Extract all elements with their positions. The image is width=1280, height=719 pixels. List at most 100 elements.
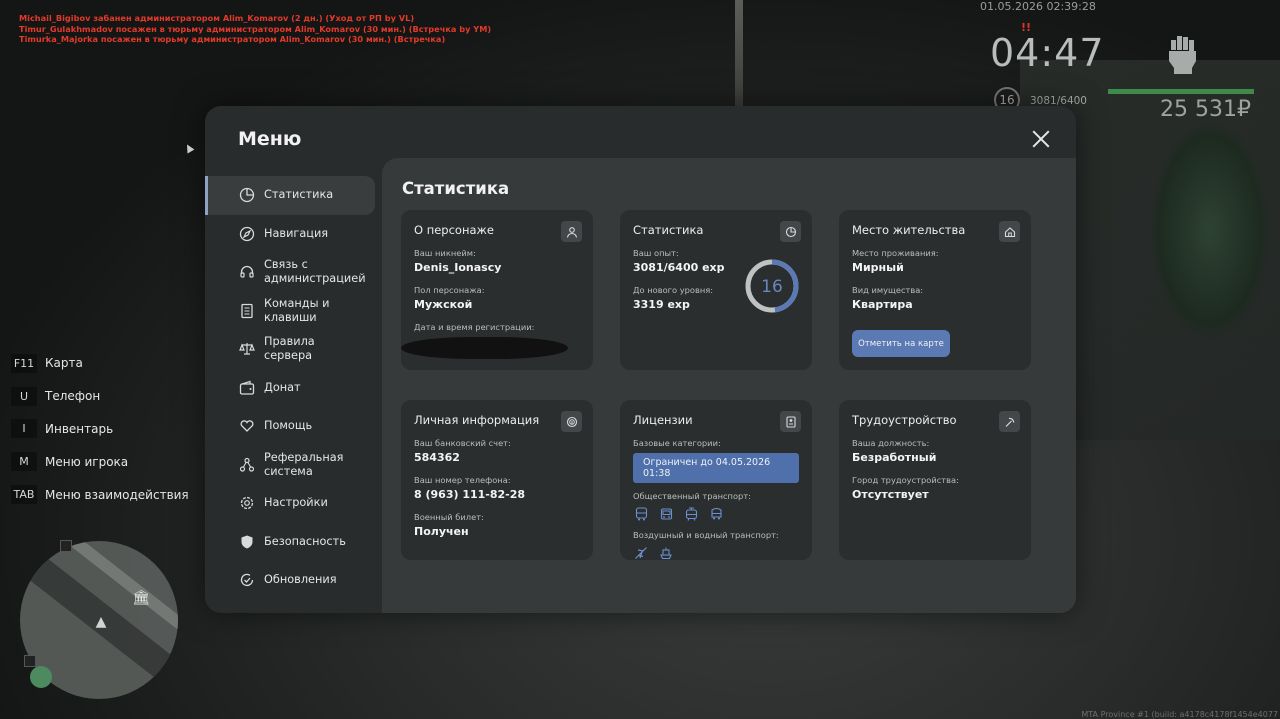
level-progress-ring: 16 [745,259,799,313]
card-title: Трудоустройство [852,413,957,427]
licenses-card: Лицензии Базовые категории: Ограничен до… [620,400,812,560]
keybind-list: F11 Карта U Телефон I Инвентарь M Меню игрок… [11,347,189,511]
sidebar-item-donate[interactable]: Донат [205,369,380,408]
sidebar-item-label: Обновления [264,573,337,587]
public-transport-label: Общественный транспорт: [633,491,751,501]
sidebar-item-label: Помощь [264,419,313,433]
close-icon[interactable] [1030,128,1052,150]
minimap-marker [60,540,72,552]
heart-hands-icon [238,417,256,435]
phone-label: Ваш номер телефона: [414,475,511,485]
player-location-icon [30,666,52,688]
hud-health-bar [1108,89,1254,94]
menu-content: Статистика О персонаже Ваш никнейм: Deni… [382,158,1076,613]
keybind-label: Меню игрока [45,454,129,469]
residence-card: Место жительства Место проживания: Мирны… [839,210,1031,370]
trolleybus-icon [658,506,674,522]
sidebar-item-commands[interactable]: Команды и клавиши [205,292,380,331]
hud-health-fill [1108,89,1254,94]
house-icon [999,221,1020,242]
refresh-check-icon [238,571,256,589]
nickname-value: Denis_Ionascy [414,261,502,274]
bus-icon [633,506,649,522]
military-id-label: Военный билет: [414,512,484,522]
license-restricted-badge: Ограничен до 04.05.2026 01:38 [633,453,799,483]
residence-place-label: Место проживания: [852,248,939,258]
job-position-value: Безработный [852,451,937,464]
job-city-value: Отсутствует [852,488,929,501]
keybind-interaction-menu: TAB Меню взаимодействия [11,478,189,511]
keybind-label: Телефон [45,389,101,404]
level-number: 16 [761,277,783,297]
sidebar-item-label: Донат [264,380,301,394]
personal-info-card: Личная информация Ваш банковский счет: 5… [401,400,593,560]
sidebar-item-security[interactable]: Безопасность [205,523,380,562]
wallet-icon [238,379,256,397]
stats-card: Статистика Ваш опыт: 3081/6400 exp До но… [620,210,812,370]
chat-log: Michail_Bigibov забанен администратором … [19,13,491,45]
job-city-label: Город трудоустройства: [852,475,959,485]
hud-money: 25 531₽ [1160,97,1251,122]
redacted-registration-date [401,337,568,359]
nickname-label: Ваш никнейм: [414,248,476,258]
gender-label: Пол персонажа: [414,285,485,295]
sidebar-item-label: Связь с администрацией [264,258,366,286]
employment-card: Трудоустройство Ваша должность: Безработ… [839,400,1031,560]
sidebar-item-label: Безопасность [264,534,346,548]
hud-datetime: 01.05.2026 02:39:28 [980,0,1096,13]
job-position-label: Ваша должность: [852,438,930,448]
registration-label: Дата и время регистрации: [414,322,535,332]
sidebar-item-label: Настройки [264,496,328,510]
minimap-marker [24,655,36,667]
sidebar-item-label: Команды и клавиши [264,296,330,324]
keybind-key: TAB [11,485,37,505]
sidebar-item-referral[interactable]: Реферальная система [205,446,380,485]
chat-line: Michail_Bigibov забанен администратором … [19,13,415,23]
keybind-inventory: I Инвентарь [11,413,189,446]
property-type-label: Вид имущества: [852,285,924,295]
keybind-key: M [11,452,37,472]
headset-icon [238,263,256,281]
bank-building-icon: 🏛 [132,590,150,606]
keybind-label: Инвентарь [45,421,114,436]
residence-place-value: Мирный [852,261,904,274]
compass-icon [238,225,256,243]
chat-line: Timurka_Majorka посажен в тюрьму админис… [19,34,446,45]
sidebar-item-updates[interactable]: Обновления [205,561,380,600]
car-marker-icon: ▲ [95,614,107,630]
menu-title: Меню [238,128,302,150]
exp-label: Ваш опыт: [633,248,679,258]
sidebar-item-help[interactable]: Помощь [205,407,380,446]
keybind-key: I [11,419,37,439]
gear-icon [238,494,256,512]
sidebar-item-navigation[interactable]: Навигация [205,215,380,254]
pie-chart-icon [238,186,256,204]
keybind-key: U [11,386,37,406]
mark-on-map-button[interactable]: Отметить на карте [852,330,950,357]
base-categories-label: Базовые категории: [633,438,721,448]
air-water-transport-icons [633,545,799,561]
chat-line: Timur_Gulakhmadov посажен в тюрьму админ… [19,23,492,34]
sidebar-item-rules[interactable]: Правила сервера [205,330,380,369]
menu-sidebar: Статистика Навигация Связь с администрац… [205,176,380,600]
content-title: Статистика [402,179,510,198]
sidebar-item-admin-contact[interactable]: Связь с администрацией [205,253,380,292]
phone-value: 8 (963) 111-82-28 [414,488,526,501]
sidebar-item-statistics[interactable]: Статистика [205,176,375,215]
keybind-map: F11 Карта [11,347,189,380]
sidebar-item-settings[interactable]: Настройки [205,484,380,523]
fist-icon [1169,36,1196,74]
sidebar-item-label: Навигация [264,226,329,240]
pie-chart-icon [780,221,801,242]
air-water-transport-label: Воздушный и водный транспорт: [633,530,779,540]
public-transport-icons [633,506,799,522]
ship-icon [658,545,674,561]
card-title: О персонаже [414,223,494,237]
scales-icon [238,340,256,358]
hud-clock: 04:47 [990,31,1105,75]
network-icon [238,456,256,474]
card-title: Место жительства [852,223,966,237]
sidebar-item-label: Правила сервера [264,335,315,363]
card-title: Статистика [633,223,704,237]
user-icon [561,221,582,242]
